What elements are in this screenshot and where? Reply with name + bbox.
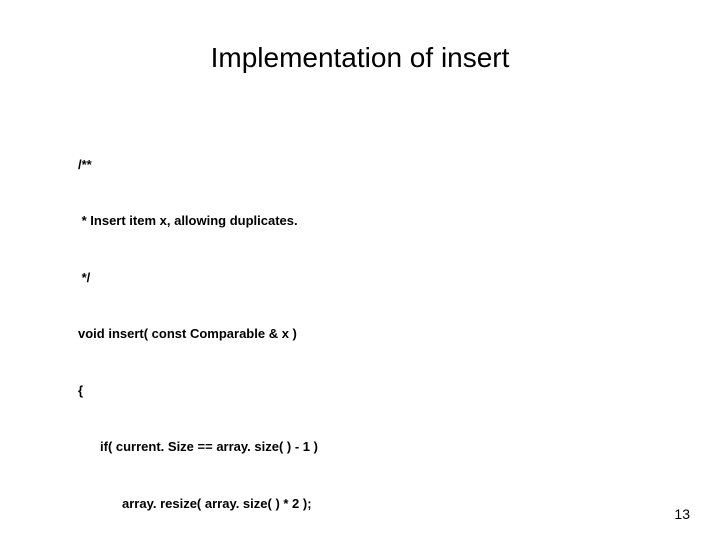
code-line: * Insert item x, allowing duplicates. [78, 212, 658, 231]
slide: Implementation of insert /** * Insert it… [0, 0, 720, 540]
code-line: void insert( const Comparable & x ) [78, 325, 658, 344]
page-number: 13 [674, 506, 690, 522]
code-block: /** * Insert item x, allowing duplicates… [78, 118, 658, 540]
code-line: */ [78, 269, 658, 288]
code-line: array. resize( array. size( ) * 2 ); [78, 495, 658, 514]
code-line: if( current. Size == array. size( ) - 1 … [78, 438, 658, 457]
code-line: /** [78, 156, 658, 175]
slide-title: Implementation of insert [0, 42, 720, 74]
code-line: { [78, 382, 658, 401]
